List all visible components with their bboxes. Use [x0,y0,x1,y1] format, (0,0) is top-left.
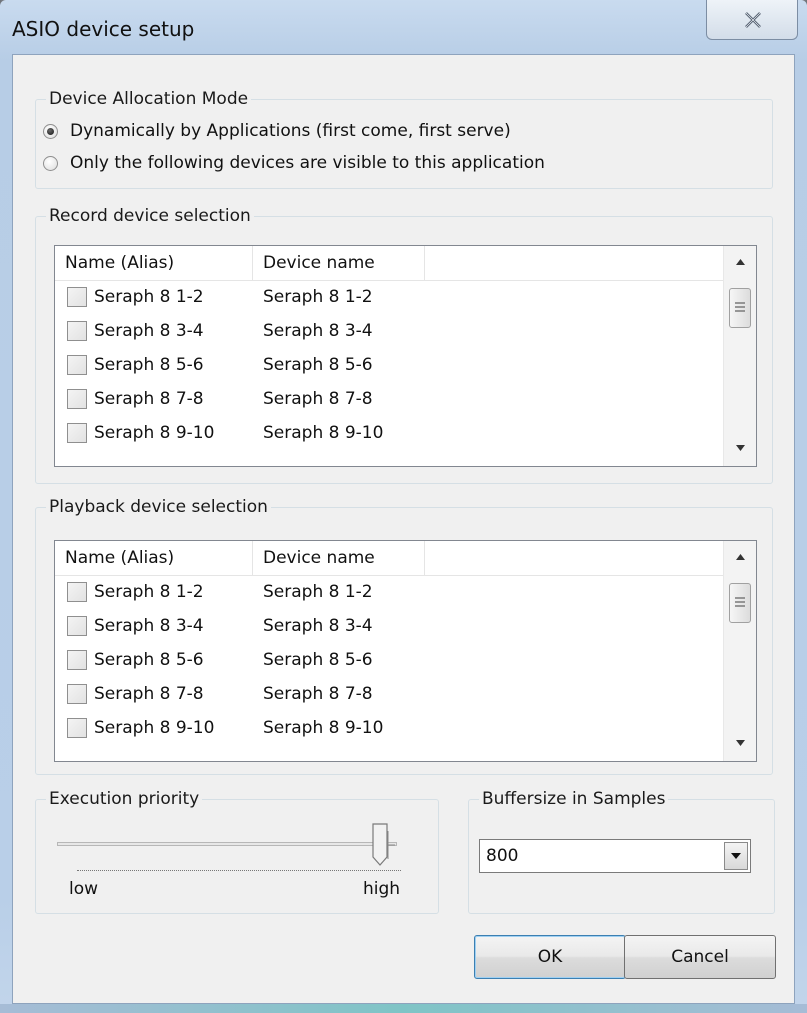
playback-device-list[interactable]: Name (Alias) Device name Seraph 8 1-2 Se… [54,540,757,762]
playback-col-alias[interactable]: Name (Alias) [55,541,253,575]
record-alias-1: Seraph 8 1-2 [94,287,204,307]
radio-fixed-button[interactable] [43,155,58,171]
close-button[interactable] [706,0,798,40]
radio-dynamic-button[interactable] [43,123,58,139]
priority-high-label: high [363,879,401,899]
playback-list-header: Name (Alias) Device name [55,541,723,576]
window-bottom-border [0,1004,807,1013]
radio-fixed-allocation[interactable]: Only the following devices are visible t… [43,153,545,173]
playback-col-device[interactable]: Device name [253,541,425,575]
list-item[interactable]: Seraph 8 9-10 Seraph 8 9-10 [55,711,723,745]
playback-device-2: Seraph 8 3-4 [263,616,373,636]
arrow-down-icon [736,740,745,746]
dialog-client-area: Device Allocation Mode Dynamically by Ap… [12,54,795,1004]
buffersize-combobox[interactable]: 800 [479,839,751,873]
record-device-1: Seraph 8 1-2 [263,287,373,307]
record-checkbox-5[interactable] [67,423,87,443]
cancel-button[interactable]: Cancel [624,935,776,979]
arrow-down-icon [736,445,745,451]
playback-alias-2: Seraph 8 3-4 [94,616,204,636]
record-alias-4: Seraph 8 7-8 [94,389,204,409]
arrow-up-icon [736,259,745,265]
record-checkbox-1[interactable] [67,287,87,307]
list-item[interactable]: Seraph 8 9-10 Seraph 8 9-10 [55,416,723,450]
playback-scroll-down-button[interactable] [724,729,756,759]
record-device-list[interactable]: Name (Alias) Device name Seraph 8 1-2 Se… [54,245,757,467]
record-device-5: Seraph 8 9-10 [263,423,384,443]
list-item[interactable]: Seraph 8 5-6 Seraph 8 5-6 [55,643,723,677]
playback-alias-4: Seraph 8 7-8 [94,684,204,704]
record-scroll-thumb[interactable] [729,288,751,328]
record-checkbox-4[interactable] [67,389,87,409]
radio-dynamic-allocation[interactable]: Dynamically by Applications (first come,… [43,121,511,141]
list-item[interactable]: Seraph 8 5-6 Seraph 8 5-6 [55,348,723,382]
playback-checkbox-1[interactable] [67,582,87,602]
playback-scroll-thumb[interactable] [729,583,751,623]
playback-alias-5: Seraph 8 9-10 [94,718,215,738]
record-device-2: Seraph 8 3-4 [263,321,373,341]
list-item[interactable]: Seraph 8 1-2 Seraph 8 1-2 [55,280,723,314]
close-x-icon [745,12,761,28]
playback-device-5: Seraph 8 9-10 [263,718,384,738]
record-alias-2: Seraph 8 3-4 [94,321,204,341]
arrow-up-icon [736,554,745,560]
playback-checkbox-3[interactable] [67,650,87,670]
record-device-3: Seraph 8 5-6 [263,355,373,375]
priority-slider-track[interactable] [57,842,397,846]
record-alias-5: Seraph 8 9-10 [94,423,215,443]
buffersize-value: 800 [486,846,519,866]
list-item[interactable]: Seraph 8 7-8 Seraph 8 7-8 [55,677,723,711]
list-item[interactable]: Seraph 8 1-2 Seraph 8 1-2 [55,575,723,609]
priority-slider-thumb[interactable] [370,823,396,867]
priority-slider-ticks [77,870,401,875]
buffersize-dropdown-button[interactable] [724,842,748,870]
priority-low-label: low [69,879,99,899]
record-scroll-up-button[interactable] [724,248,756,278]
radio-fixed-label: Only the following devices are visible t… [70,153,545,173]
asio-setup-dialog: ASIO device setup Device Allocation Mode… [0,0,807,1013]
record-scroll-down-button[interactable] [724,434,756,464]
list-item[interactable]: Seraph 8 3-4 Seraph 8 3-4 [55,314,723,348]
record-checkbox-3[interactable] [67,355,87,375]
chevron-down-icon [731,853,741,859]
buffersize-legend: Buffersize in Samples [479,787,669,811]
list-item[interactable]: Seraph 8 7-8 Seraph 8 7-8 [55,382,723,416]
record-device-legend: Record device selection [46,204,254,228]
playback-checkbox-5[interactable] [67,718,87,738]
record-scrollbar[interactable] [723,246,756,466]
playback-device-1: Seraph 8 1-2 [263,582,373,602]
playback-device-legend: Playback device selection [46,495,271,519]
playback-checkbox-2[interactable] [67,616,87,636]
record-alias-3: Seraph 8 5-6 [94,355,204,375]
playback-device-4: Seraph 8 7-8 [263,684,373,704]
record-col-device[interactable]: Device name [253,246,425,280]
window-title: ASIO device setup [12,17,195,41]
playback-alias-1: Seraph 8 1-2 [94,582,204,602]
grip-icon [735,302,745,312]
record-device-4: Seraph 8 7-8 [263,389,373,409]
execution-priority-legend: Execution priority [46,787,203,811]
ok-button[interactable]: OK [474,935,626,979]
list-item[interactable]: Seraph 8 3-4 Seraph 8 3-4 [55,609,723,643]
record-checkbox-2[interactable] [67,321,87,341]
playback-device-3: Seraph 8 5-6 [263,650,373,670]
playback-scrollbar[interactable] [723,541,756,761]
allocation-mode-group: Device Allocation Mode [35,87,773,189]
title-bar: ASIO device setup [0,0,807,52]
playback-scroll-up-button[interactable] [724,543,756,573]
playback-alias-3: Seraph 8 5-6 [94,650,204,670]
radio-dynamic-label: Dynamically by Applications (first come,… [70,121,511,141]
record-col-alias[interactable]: Name (Alias) [55,246,253,280]
grip-icon [735,597,745,607]
allocation-mode-legend: Device Allocation Mode [46,87,252,111]
playback-checkbox-4[interactable] [67,684,87,704]
record-list-header: Name (Alias) Device name [55,246,723,281]
